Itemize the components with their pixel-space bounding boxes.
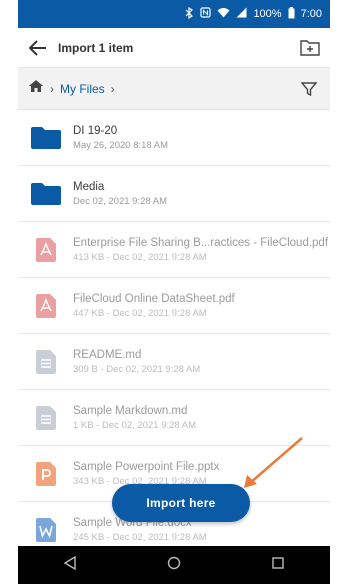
file-meta: Dec 02, 2021 9:28 AM bbox=[73, 195, 168, 207]
file-meta: 1 KB - Dec 02, 2021 9:28 AM bbox=[73, 419, 197, 431]
app-bar: Import 1 item bbox=[18, 28, 330, 68]
breadcrumb-my-files[interactable]: My Files bbox=[60, 82, 105, 96]
import-here-button[interactable]: Import here bbox=[112, 484, 250, 522]
status-bar: 100% 7:00 bbox=[18, 0, 330, 28]
phone-screen: 100% 7:00 Import 1 item › My Files › DI … bbox=[18, 0, 330, 584]
nfc-icon bbox=[200, 7, 212, 21]
file-meta: May 26, 2020 8:18 AM bbox=[73, 139, 169, 151]
file-meta: 447 KB - Dec 02, 2021 9:28 AM bbox=[73, 307, 207, 319]
list-item: FileCloud Online DataSheet.pdf 447 KB - … bbox=[18, 278, 330, 334]
battery-icon bbox=[288, 6, 295, 22]
file-name: DI 19-20 bbox=[73, 124, 118, 137]
chevron-right-icon: › bbox=[110, 81, 115, 96]
nav-home-icon[interactable] bbox=[167, 556, 181, 575]
pdf-file-icon bbox=[18, 222, 73, 278]
breadcrumb: › My Files › bbox=[18, 68, 330, 110]
list-item[interactable]: Media Dec 02, 2021 9:28 AM bbox=[18, 166, 330, 222]
folder-icon bbox=[18, 110, 73, 166]
bluetooth-icon bbox=[184, 6, 194, 22]
pdf-file-icon bbox=[18, 278, 73, 334]
file-name: Sample Markdown.md bbox=[73, 404, 188, 417]
right-margin bbox=[330, 0, 346, 584]
list-item[interactable]: DI 19-20 May 26, 2020 8:18 AM bbox=[18, 110, 330, 166]
filter-icon[interactable] bbox=[298, 78, 320, 100]
file-meta: 309 B - Dec 02, 2021 9:28 AM bbox=[73, 363, 201, 375]
file-name: Enterprise File Sharing B...ractices - F… bbox=[73, 236, 329, 249]
signal-icon bbox=[236, 7, 247, 21]
chevron-right-icon: › bbox=[50, 81, 54, 96]
new-folder-icon[interactable] bbox=[290, 28, 330, 68]
file-name: Media bbox=[73, 180, 105, 193]
nav-recents-icon[interactable] bbox=[271, 556, 285, 575]
screen-frame: 100% 7:00 Import 1 item › My Files › DI … bbox=[0, 0, 346, 584]
battery-percent: 100% bbox=[253, 8, 282, 20]
folder-icon bbox=[18, 166, 73, 222]
file-name: README.md bbox=[73, 348, 142, 361]
document-file-icon bbox=[18, 334, 73, 390]
document-file-icon bbox=[18, 390, 73, 446]
left-margin bbox=[0, 0, 18, 584]
page-title: Import 1 item bbox=[58, 40, 134, 55]
list-item: README.md 309 B - Dec 02, 2021 9:28 AM bbox=[18, 334, 330, 390]
home-icon[interactable] bbox=[28, 79, 44, 98]
word-file-icon bbox=[18, 502, 73, 547]
annotation-arrow bbox=[244, 437, 303, 488]
arrow-left-icon[interactable] bbox=[18, 28, 58, 68]
powerpoint-file-icon bbox=[18, 446, 73, 502]
wifi-icon bbox=[217, 7, 230, 21]
nav-back-icon[interactable] bbox=[63, 555, 77, 575]
file-name: FileCloud Online DataSheet.pdf bbox=[73, 292, 235, 305]
system-nav-bar bbox=[18, 546, 330, 584]
file-meta: 413 KB - Dec 02, 2021 9:28 AM bbox=[73, 251, 207, 263]
list-item: Enterprise File Sharing B...ractices - F… bbox=[18, 222, 330, 278]
clock: 7:00 bbox=[300, 8, 322, 20]
file-meta: 245 KB - Dec 02, 2021 9:28 AM bbox=[73, 531, 207, 543]
